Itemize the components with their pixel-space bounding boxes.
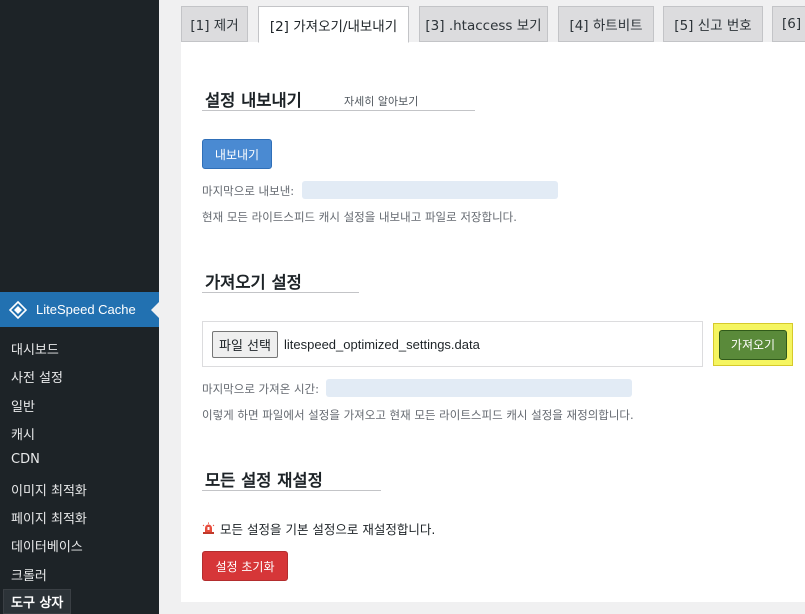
export-button[interactable]: 내보내기 xyxy=(202,139,272,169)
tab-heartbeat[interactable]: [4] 하트비트 xyxy=(558,6,654,42)
tab-view-htaccess[interactable]: [3] .htaccess 보기 xyxy=(419,6,548,42)
sidebar-item-presets[interactable]: 사전 설정 xyxy=(11,367,63,386)
import-button-highlight: 가져오기 xyxy=(713,323,793,366)
sidebar-item-cdn[interactable]: CDN xyxy=(11,452,40,467)
litespeed-diamond-icon xyxy=(8,300,28,320)
import-settings-title: 가져오기 설정 xyxy=(205,273,302,292)
learn-more-link[interactable]: 자세히 알아보기 xyxy=(344,93,418,109)
file-input[interactable]: 파일 선택 litespeed_optimized_settings.data xyxy=(202,321,703,367)
reset-settings-button[interactable]: 설정 초기화 xyxy=(202,551,288,581)
export-settings-title: 설정 내보내기 xyxy=(205,91,302,110)
tab-6[interactable]: [6] xyxy=(772,6,805,42)
alarm-light-icon xyxy=(202,522,215,535)
import-button[interactable]: 가져오기 xyxy=(719,329,787,360)
sidebar-item-image-optimization[interactable]: 이미지 최적화 xyxy=(11,480,87,499)
sidebar-item-general[interactable]: 일반 xyxy=(11,396,35,415)
reset-settings-title: 모든 설정 재설정 xyxy=(205,471,323,490)
sidebar-plugin-label: LiteSpeed Cache xyxy=(36,302,136,317)
reset-warning: 모든 설정을 기본 설정으로 재설정합니다. xyxy=(202,519,435,538)
last-imported-value xyxy=(326,379,632,397)
sidebar-item-litespeed-cache[interactable]: LiteSpeed Cache xyxy=(0,292,159,327)
current-menu-pointer xyxy=(151,302,159,318)
import-description: 이렇게 하면 파일에서 설정을 가져오고 현재 모든 라이트스피드 캐시 설정을… xyxy=(202,408,634,422)
tab-report-number[interactable]: [5] 신고 번호 xyxy=(663,6,763,42)
sidebar-item-cache[interactable]: 캐시 xyxy=(11,424,35,443)
selected-file-name: litespeed_optimized_settings.data xyxy=(283,336,480,352)
export-description: 현재 모든 라이트스피드 캐시 설정을 내보내고 파일로 저장합니다. xyxy=(202,210,517,224)
choose-file-button[interactable]: 파일 선택 xyxy=(212,330,278,358)
sidebar-item-dashboard[interactable]: 대시보드 xyxy=(11,339,59,358)
sidebar-item-crawler[interactable]: 크롤러 xyxy=(11,565,47,584)
last-imported-label: 마지막으로 가져온 시간: xyxy=(202,382,319,396)
import-title-underline xyxy=(202,292,359,293)
sidebar-item-page-optimization[interactable]: 페이지 최적화 xyxy=(11,508,87,527)
tab-purge[interactable]: [1] 제거 xyxy=(181,6,248,42)
export-title-underline xyxy=(202,110,475,111)
sidebar-item-toolbox[interactable]: 도구 상자 xyxy=(4,590,71,613)
last-exported-value xyxy=(302,181,558,199)
last-exported-label: 마지막으로 내보낸: xyxy=(202,184,295,198)
reset-title-underline xyxy=(202,490,381,491)
sidebar-item-database[interactable]: 데이터베이스 xyxy=(11,536,83,555)
admin-sidebar: LiteSpeed Cache 대시보드 사전 설정 일반 캐시 CDN 이미지… xyxy=(0,0,159,614)
tab-import-export[interactable]: [2] 가져오기/내보내기 xyxy=(258,6,409,43)
reset-warning-text: 모든 설정을 기본 설정으로 재설정합니다. xyxy=(220,522,436,537)
